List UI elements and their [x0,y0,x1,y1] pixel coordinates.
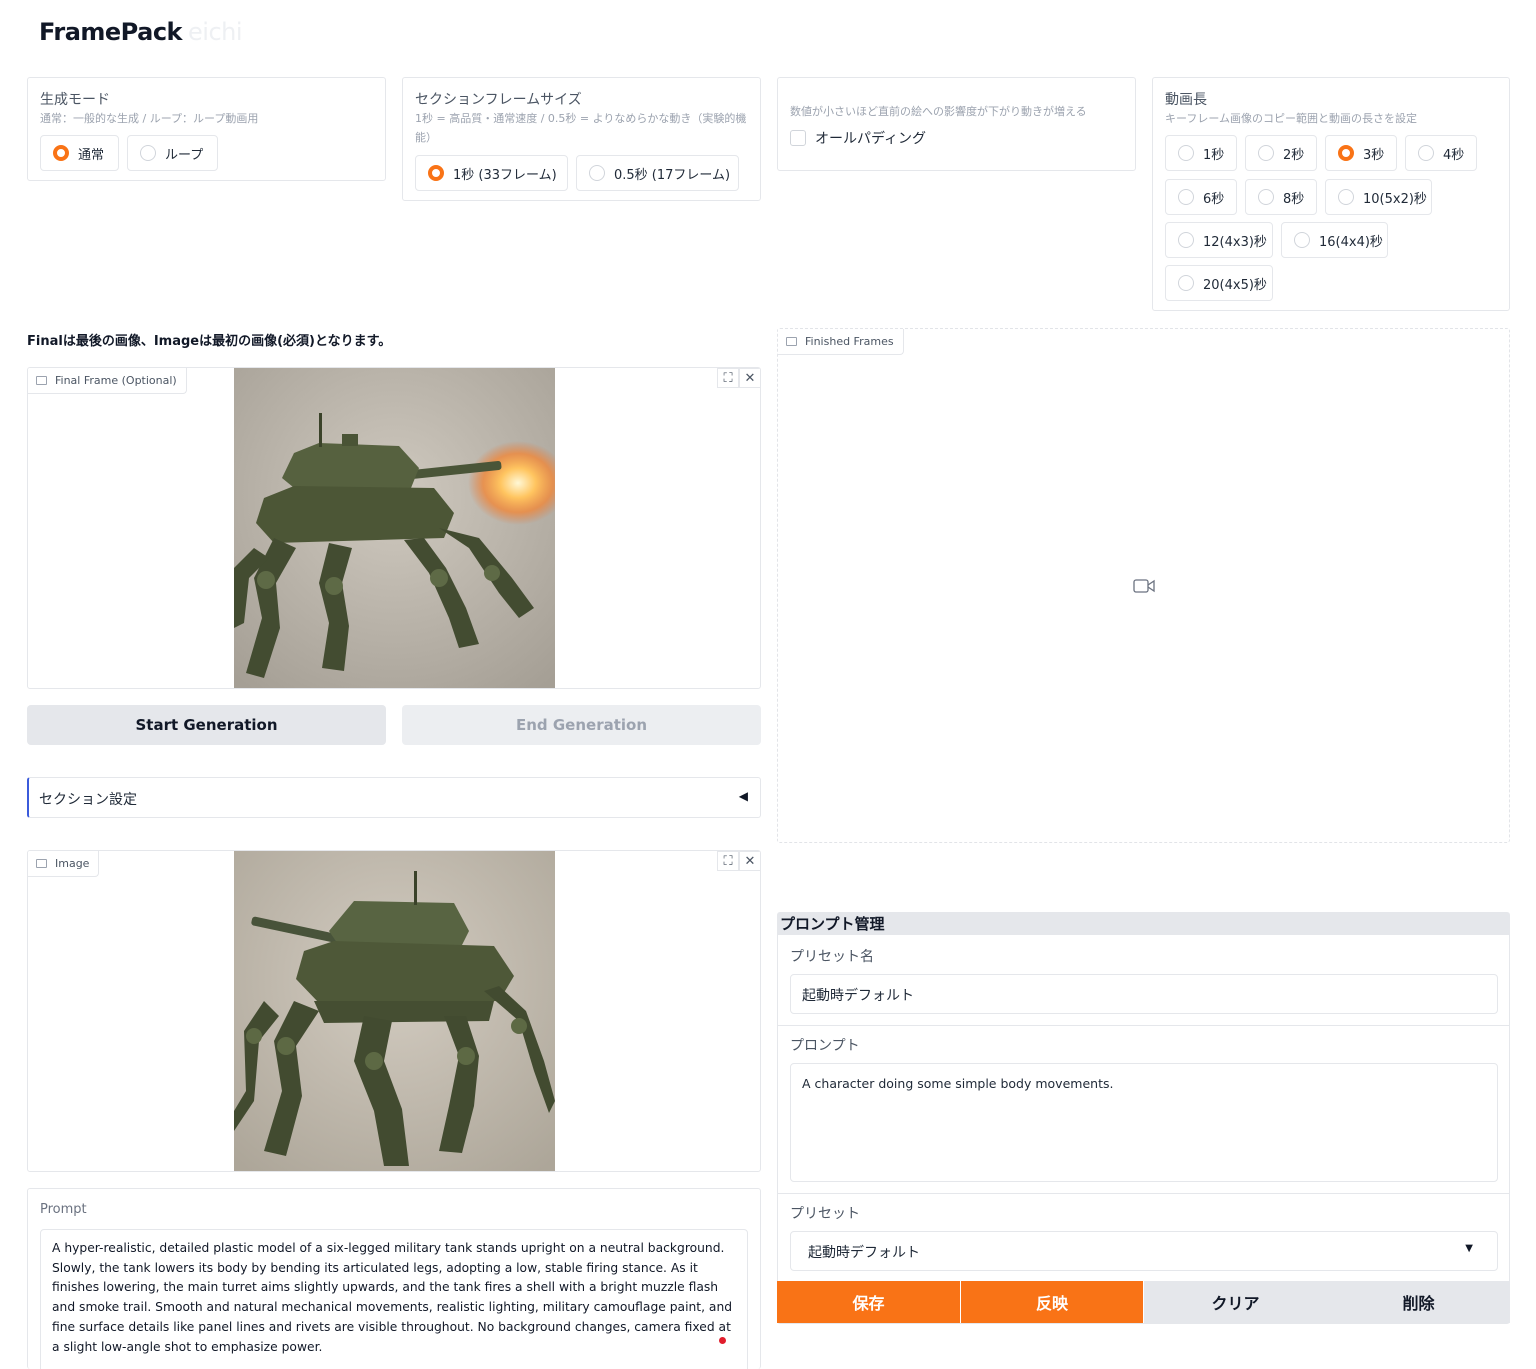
save-button[interactable]: 保存 [777,1281,960,1323]
preset-name-input[interactable]: 起動時デフォルト [790,974,1498,1014]
section-frame-info: 1秒 = 高品質・通常速度 / 0.5秒 = よりなめらかな動き（実験的機能） [415,112,747,144]
section-frame-option-1s[interactable]: 1秒 (33フレーム) [415,155,568,191]
mode-info: 通常：一般的な生成 / ループ：ループ動画用 [40,112,259,125]
finished-frames-video[interactable]: Finished Frames [777,328,1510,843]
checkbox-icon [790,130,806,146]
length-option-8s[interactable]: 8秒 [1245,179,1317,215]
section-frame-label: セクションフレームサイズ [415,92,582,108]
radio-icon [1178,145,1194,161]
radio-icon [1178,189,1194,205]
start-generation-button[interactable]: Start Generation [27,705,386,745]
tank-standing-image [234,851,555,1171]
section-frame-panel: セクションフレームサイズ 1秒 = 高品質・通常速度 / 0.5秒 = よりなめ… [402,77,761,201]
close-icon[interactable]: ✕ [739,851,760,871]
preset-select-label: プリセット [790,1206,860,1222]
length-option-6s[interactable]: 6秒 [1165,179,1237,215]
image-upload[interactable]: Image ⛶ ✕ [27,850,761,1172]
mode-label: 生成モード [40,92,110,108]
fullscreen-icon[interactable]: ⛶ [717,851,739,871]
clear-button[interactable]: クリア [1144,1281,1327,1323]
radio-icon [1338,189,1354,205]
radio-selected-icon [1338,145,1354,161]
radio-icon [140,145,156,161]
radio-icon [1178,232,1194,248]
error-dot-icon [719,1337,726,1344]
padding-panel: 数値が小さいほど直前の絵への影響度が下がり動きが増える オールパディング [777,77,1136,171]
preset-dropdown[interactable]: 起動時デフォルト ▼ [790,1231,1498,1271]
length-option-4s[interactable]: 4秒 [1405,135,1477,171]
mode-panel: 生成モード 通常：一般的な生成 / ループ：ループ動画用 通常 ループ [27,77,386,181]
dropdown-arrow-icon: ▼ [1465,1243,1473,1254]
video-icon [786,337,797,346]
video-length-info: キーフレーム画像のコピー範囲と動画の長さを設定 [1165,112,1418,125]
prompt-management-panel: プロンプト管理 プリセット名 起動時デフォルト プロンプト A characte… [777,912,1510,1324]
length-option-1s[interactable]: 1秒 [1165,135,1237,171]
radio-selected-icon [53,145,69,161]
prompt-textarea[interactable]: A hyper-realistic, detailed plastic mode… [40,1229,748,1369]
length-option-12s[interactable]: 12(4x3)秒 [1165,222,1273,258]
radio-icon [1258,145,1274,161]
prompt-management-title: プロンプト管理 [778,913,1509,935]
length-option-16s[interactable]: 16(4x4)秒 [1281,222,1388,258]
length-option-10s[interactable]: 10(5x2)秒 [1325,179,1432,215]
section-frame-option-05s[interactable]: 0.5秒 (17フレーム) [576,155,739,191]
image-label-tag: Image [28,851,100,877]
image-icon [36,859,47,868]
delete-button[interactable]: 削除 [1327,1281,1510,1323]
preset-prompt-textarea[interactable]: A character doing some simple body movem… [790,1063,1498,1182]
mode-option-loop[interactable]: ループ [127,135,218,171]
radio-icon [1178,275,1194,291]
preset-name-label: プリセット名 [790,949,874,965]
section-settings-label: セクション設定 [39,792,137,808]
all-padding-checkbox[interactable]: オールパディング [790,128,926,148]
image-icon [36,376,47,385]
section-settings-accordion[interactable]: セクション設定 ◀ [27,777,761,818]
radio-icon [1258,189,1274,205]
app-subtitle: eichi [188,18,243,46]
radio-icon [1418,145,1434,161]
prompt-preset-label: プロンプト [790,1038,860,1054]
end-generation-button[interactable]: End Generation [402,705,761,745]
mode-option-normal[interactable]: 通常 [40,135,119,171]
image-note: Finalは最後の画像、Imageは最初の画像(必須)となります。 [27,334,392,349]
final-frame-label-tag: Final Frame (Optional) [28,368,187,394]
radio-icon [1294,232,1310,248]
tank-firing-image [234,368,555,688]
prompt-label: Prompt [40,1202,87,1217]
length-option-3s[interactable]: 3秒 [1325,135,1397,171]
padding-info: 数値が小さいほど直前の絵への影響度が下がり動きが増える [790,105,1087,118]
radio-icon [589,165,605,181]
length-option-20s[interactable]: 20(4x5)秒 [1165,265,1273,301]
video-length-panel: 動画長 キーフレーム画像のコピー範囲と動画の長さを設定 1秒 2秒 3秒 4秒 … [1152,77,1510,311]
video-camera-icon [1133,579,1155,593]
radio-selected-icon [428,165,444,181]
close-icon[interactable]: ✕ [739,368,760,388]
prompt-panel: Prompt A hyper-realistic, detailed plast… [27,1188,761,1369]
final-frame-upload[interactable]: Final Frame (Optional) ⛶ ✕ [27,367,761,689]
apply-button[interactable]: 反映 [961,1281,1143,1323]
divider [778,1025,1509,1026]
video-length-label: 動画長 [1165,92,1207,108]
divider [778,1193,1509,1194]
length-option-2s[interactable]: 2秒 [1245,135,1317,171]
fullscreen-icon[interactable]: ⛶ [717,368,739,388]
finished-frames-label-tag: Finished Frames [778,329,904,355]
collapse-arrow-icon: ◀ [738,789,748,803]
app-title: FramePack eichi [39,18,243,46]
